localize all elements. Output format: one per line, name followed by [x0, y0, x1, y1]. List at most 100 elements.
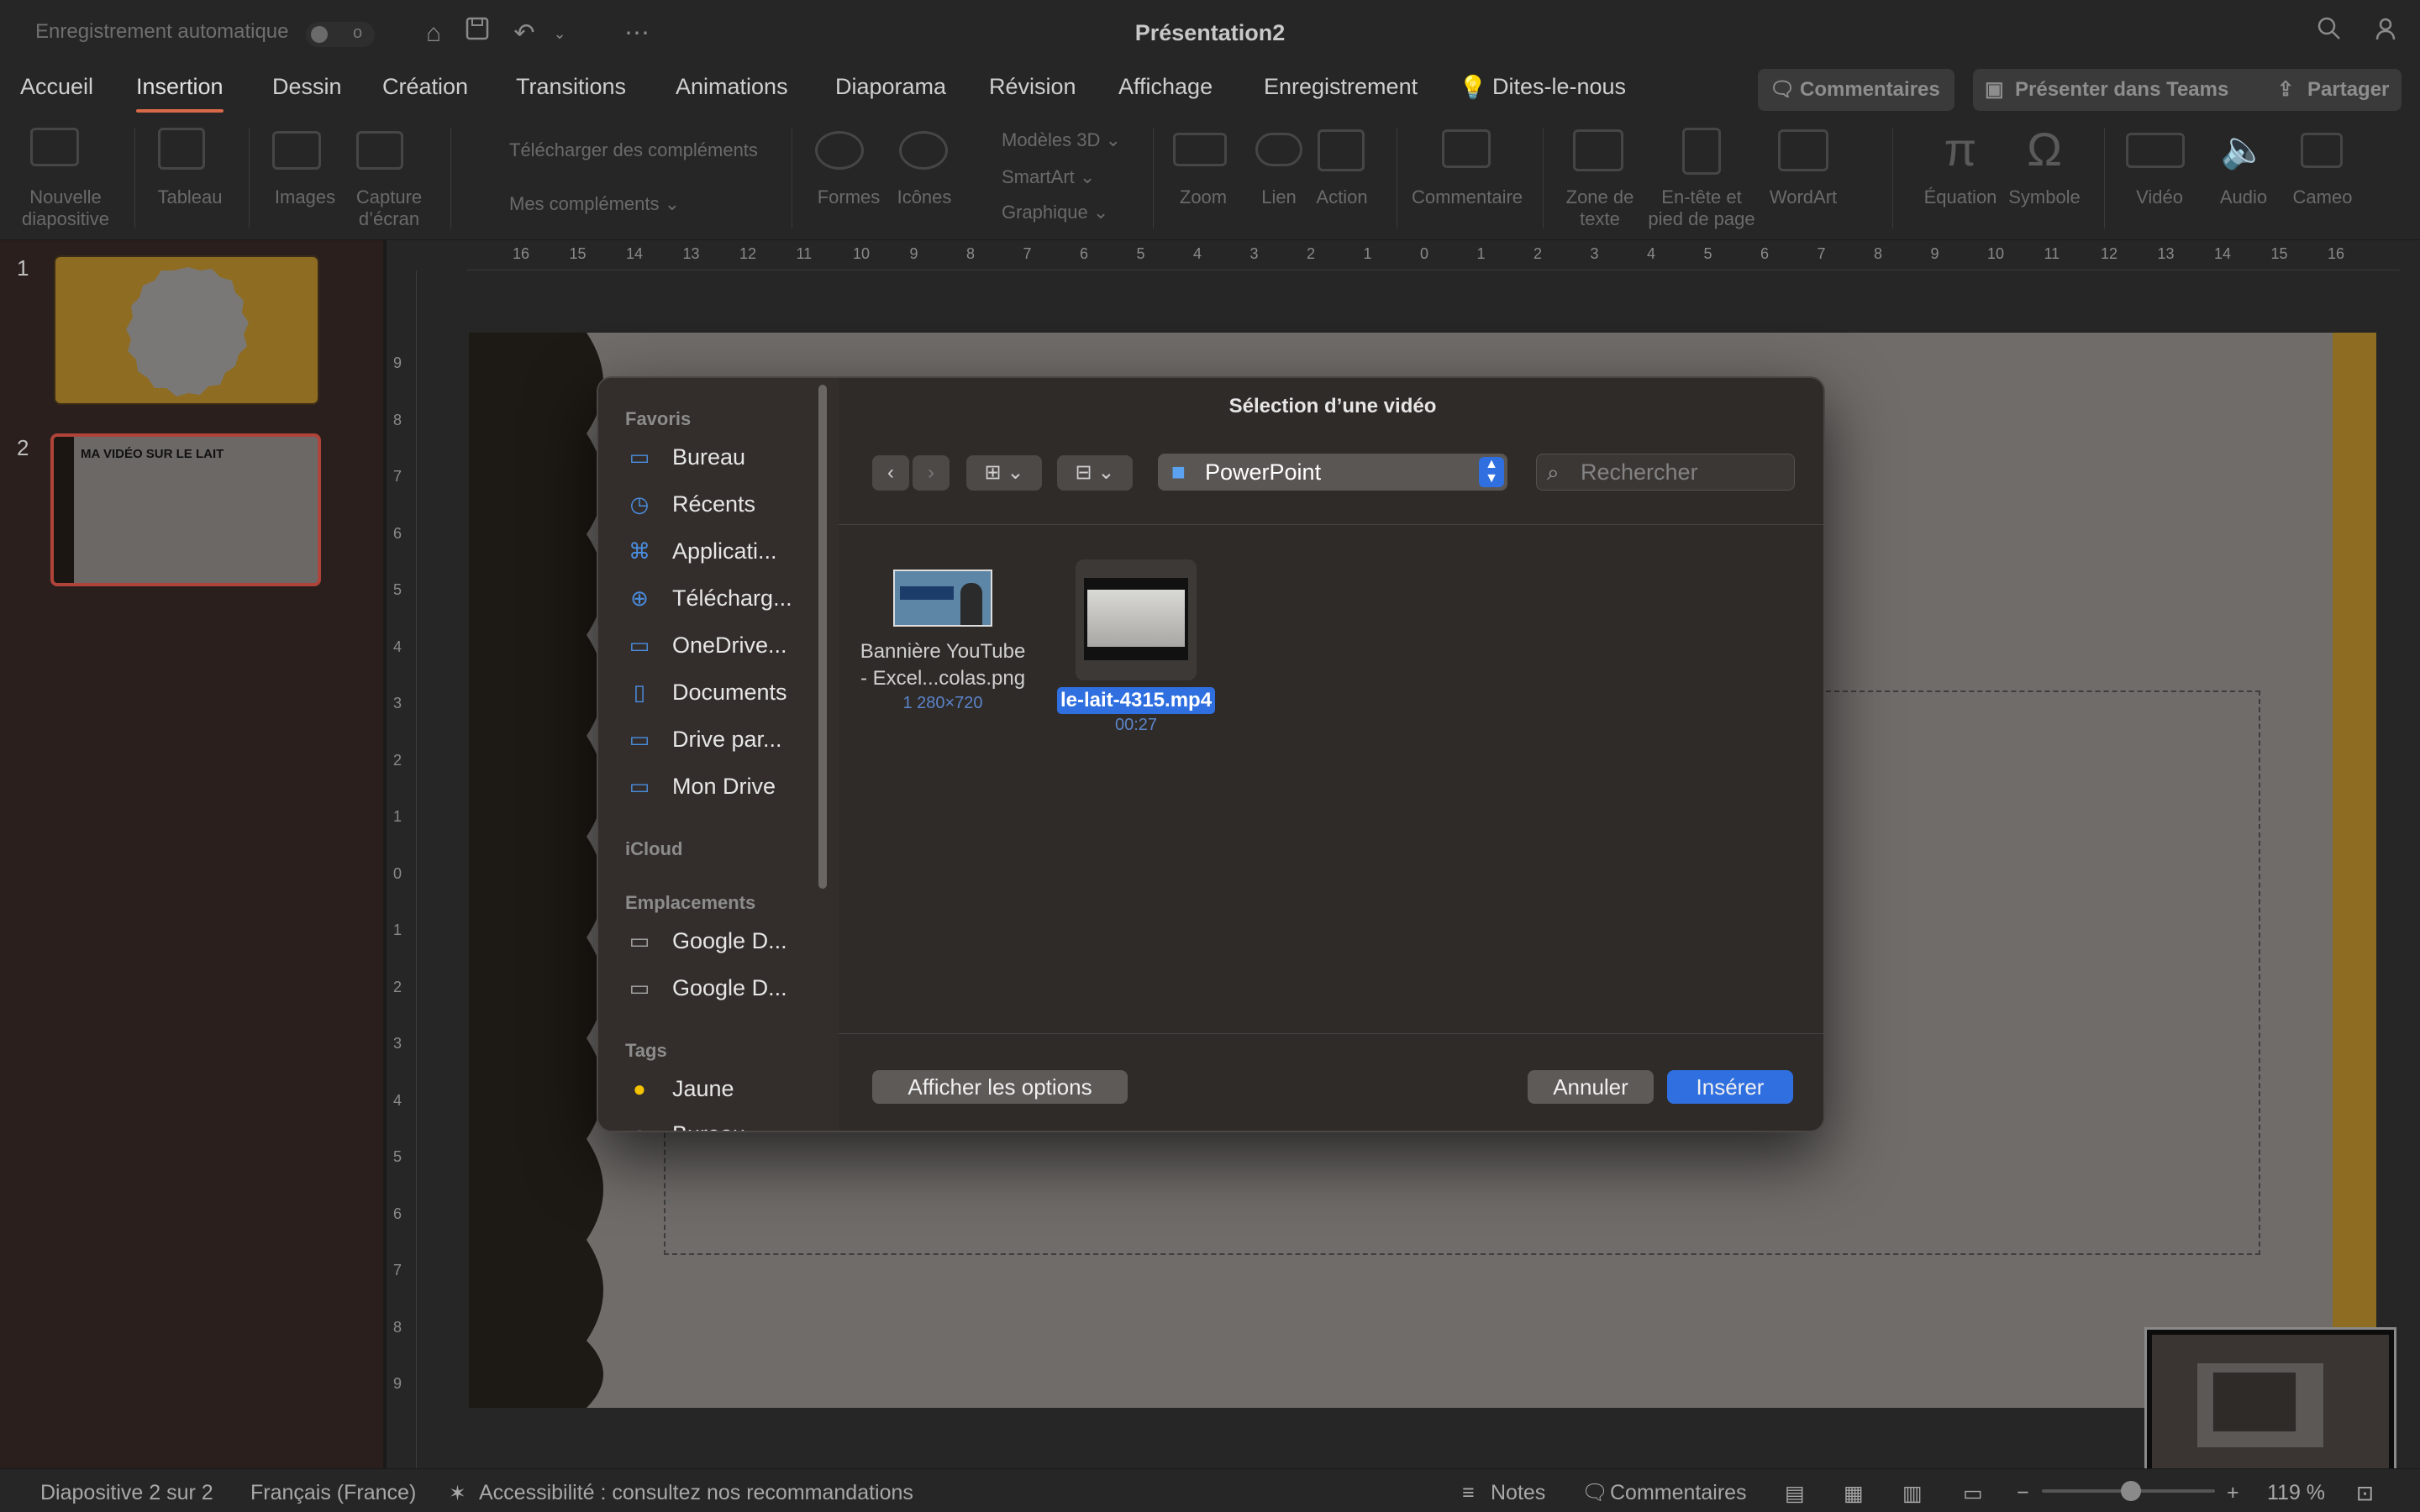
sidebar-item-drive-partage[interactable]: ▭ Drive par... — [625, 719, 827, 759]
search-icon: ⌕ — [1547, 459, 1560, 485]
ruler-tick-label: 6 — [1080, 245, 1089, 262]
zoom-slider-knob[interactable] — [2121, 1481, 2141, 1501]
my-addins-button[interactable]: Mes compléments ⌄ — [471, 193, 723, 215]
zoom-button[interactable]: Zoom — [1165, 186, 1242, 208]
navigator-minimap[interactable] — [2144, 1327, 2396, 1488]
tab-transitions[interactable]: Transitions — [516, 74, 626, 100]
chart-button[interactable]: Graphique ⌄ — [975, 202, 1134, 223]
sidebar-item-documents[interactable]: ▯ Documents — [625, 672, 827, 712]
new-slide-button[interactable]: Nouvelle diapositive — [8, 186, 123, 230]
sidebar-item-applications[interactable]: ⌘ Applicati... — [625, 531, 827, 571]
equation-button[interactable]: Équation — [1918, 186, 2003, 208]
comment-button[interactable]: Commentaire — [1408, 186, 1526, 208]
textbox-button[interactable]: Zone de texte — [1556, 186, 1644, 230]
slideshow-icon[interactable]: ▭ — [1963, 1481, 1983, 1506]
zoom-icon — [1173, 133, 1227, 166]
link-button[interactable]: Lien — [1245, 186, 1313, 208]
zoom-level[interactable]: 119 % — [2267, 1481, 2325, 1505]
accessibility-status[interactable]: Accessibilité : consultez nos recommanda… — [479, 1481, 913, 1505]
ruler-tick-label: 8 — [966, 245, 976, 262]
location-popup[interactable]: ■ PowerPoint ▲ ▼ — [1158, 454, 1507, 491]
tab-animations[interactable]: Animations — [676, 74, 788, 100]
video-button[interactable]: Vidéo — [2118, 186, 2202, 208]
audio-button[interactable]: Audio — [2202, 186, 2286, 208]
sidebar-item-recents[interactable]: ◷ Récents — [625, 484, 827, 524]
tab-accueil[interactable]: Accueil — [20, 74, 93, 100]
icloud-section[interactable]: iCloud — [625, 838, 682, 860]
selection-highlight — [1076, 559, 1197, 680]
forward-button[interactable]: › — [913, 455, 950, 491]
fit-slide-icon[interactable]: ⊡ — [2356, 1481, 2374, 1506]
action-button[interactable]: Action — [1304, 186, 1380, 208]
icon-view-button[interactable]: ⊞ ⌄ — [966, 455, 1042, 491]
slide-sorter-icon[interactable]: ▦ — [1844, 1481, 1864, 1506]
tab-revision[interactable]: Révision — [989, 74, 1076, 100]
dialog-sidebar: Favoris ▭ Bureau ◷ Récents ⌘ Applicati... ⊕… — [598, 378, 839, 1131]
search-field[interactable]: ⌕ Rechercher — [1536, 454, 1795, 491]
sidebar-item-google-drive-1[interactable]: ▭ Google D... — [625, 921, 827, 961]
shapes-button[interactable]: Formes — [807, 186, 891, 208]
comments-button[interactable]: 🗨 Commentaires — [1758, 69, 1954, 111]
ruler-tick-label: 3 — [393, 695, 402, 711]
ruler-tick-label: 14 — [626, 245, 644, 262]
present-in-teams-button[interactable]: ▣ Présenter dans Teams — [1973, 69, 2284, 111]
file-item-banner-png[interactable]: Bannière YouTube - Excel...colas.png 1 2… — [850, 570, 1035, 714]
file-item-le-lait-mp4[interactable]: le-lait-4315.mp4 00:27 — [1044, 559, 1228, 736]
sidebar-item-downloads[interactable]: ⊕ Télécharg... — [625, 578, 827, 618]
insert-video-dialog: Favoris ▭ Bureau ◷ Récents ⌘ Applicati... ⊕… — [597, 376, 1825, 1132]
sidebar-item-google-drive-2[interactable]: ▭ Google D... — [625, 968, 827, 1008]
zoom-out-icon[interactable]: − — [2017, 1481, 2029, 1505]
notes-button[interactable]: Notes — [1491, 1481, 1545, 1505]
back-button[interactable]: ‹ — [872, 455, 909, 491]
language-status[interactable]: Français (France) — [250, 1481, 416, 1505]
table-button[interactable]: Tableau — [148, 186, 232, 208]
zoom-in-icon[interactable]: + — [2227, 1481, 2239, 1505]
ruler-tick-label: 5 — [1136, 245, 1145, 262]
header-footer-button[interactable]: En-tête et pied de page — [1642, 186, 1761, 230]
account-icon[interactable] — [2370, 15, 2407, 52]
ruler-tick-label: 16 — [2328, 245, 2345, 262]
folder-icon: ▭ — [629, 975, 650, 1000]
group-view-button[interactable]: ⊟ ⌄ — [1057, 455, 1133, 491]
screenshot-button[interactable]: Capture d’écran — [343, 186, 435, 230]
sidebar-item-tag-bureau[interactable]: ○Bureau — [625, 1114, 827, 1131]
sidebar-item-bureau[interactable]: ▭ Bureau — [625, 437, 827, 477]
chevron-right-icon: › — [928, 461, 934, 484]
share-button[interactable]: ⇪ Partager — [2265, 69, 2402, 111]
insert-button[interactable]: Insérer — [1667, 1070, 1793, 1104]
header-divider — [839, 524, 1823, 525]
tag-icon: ○ — [625, 1114, 654, 1131]
zoom-slider[interactable] — [2042, 1481, 2215, 1501]
get-addins-button[interactable]: Télécharger des compléments — [471, 139, 823, 161]
icons-button[interactable]: Icônes — [887, 186, 961, 208]
smartart-button[interactable]: SmartArt ⌄ — [975, 166, 1134, 188]
sidebar-item-mon-drive[interactable]: ▭ Mon Drive — [625, 766, 827, 806]
tab-enregistrement[interactable]: Enregistrement — [1264, 74, 1418, 100]
search-icon[interactable] — [2311, 15, 2348, 52]
tab-dessin[interactable]: Dessin — [272, 74, 342, 100]
models-3d-button[interactable]: Modèles 3D ⌄ — [975, 129, 1134, 151]
cameo-button[interactable]: Cameo — [2282, 186, 2363, 208]
action-star-icon — [1318, 129, 1365, 171]
tab-insertion[interactable]: Insertion — [136, 74, 224, 113]
wordart-button[interactable]: WordArt — [1761, 186, 1845, 208]
tab-affichage[interactable]: Affichage — [1118, 74, 1213, 100]
slide-thumbnail-2[interactable]: MA VIDÉO SUR LE LAIT — [50, 433, 321, 586]
sidebar-item-onedrive[interactable]: ▭ OneDrive... — [625, 625, 827, 665]
updown-chevron-icon: ▲ ▼ — [1479, 457, 1504, 487]
yellow-tag-icon: ● — [633, 1076, 646, 1101]
tell-me[interactable]: Dites-le-nous — [1492, 74, 1626, 100]
reading-view-icon[interactable]: ▥ — [1902, 1481, 1923, 1506]
images-button[interactable]: Images — [266, 186, 345, 208]
tab-creation[interactable]: Création — [382, 74, 468, 100]
slide-thumbnail-1[interactable] — [54, 255, 319, 405]
tags-section: Tags — [625, 1040, 667, 1061]
ruler-tick-label: 7 — [1023, 245, 1032, 262]
symbol-button[interactable]: Symbole — [2002, 186, 2087, 208]
normal-view-icon[interactable]: ▤ — [1785, 1481, 1805, 1506]
comments-status-button[interactable]: Commentaires — [1610, 1481, 1747, 1505]
tab-diaporama[interactable]: Diaporama — [835, 74, 946, 100]
cancel-button[interactable]: Annuler — [1528, 1070, 1654, 1104]
show-options-button[interactable]: Afficher les options — [872, 1070, 1128, 1104]
sidebar-item-tag-jaune[interactable]: ● Jaune — [625, 1068, 827, 1109]
